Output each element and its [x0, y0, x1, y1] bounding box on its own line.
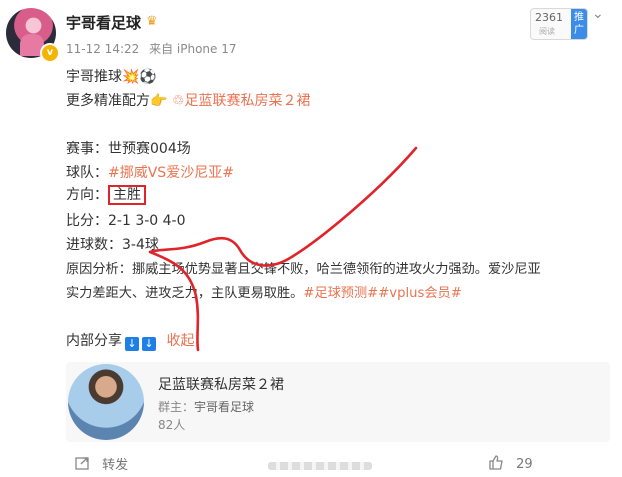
boom-football-emoji-icon: 💥⚽ [122, 69, 157, 85]
verified-badge-icon: v [40, 43, 60, 63]
post-source: 来自 iPhone 17 [149, 42, 237, 56]
author-name[interactable]: 宇哥看足球 [66, 12, 141, 33]
goals-label: 进球数： [66, 237, 122, 253]
thumbs-up-icon [488, 454, 504, 474]
post-title-text: 宇哥推球 [66, 69, 122, 85]
direction-row: 方向： 主胜 [66, 184, 146, 205]
group-card-owner: 群主：宇哥看足球 [158, 398, 254, 415]
match-value: 世预赛004场 [108, 141, 191, 157]
like-button[interactable]: 29 [488, 454, 533, 474]
share-label: 内部分享 [66, 333, 122, 349]
promo-text: 更多精准配方 [66, 93, 150, 109]
group-avatar [68, 364, 144, 440]
group-card-title: 足蓝联赛私房菜２裙 [158, 377, 284, 393]
analysis-hashtags-link[interactable]: #足球预测##vplus会员# [303, 286, 461, 301]
down-arrow-icon: ↓ [142, 337, 156, 351]
analysis-text-1: 挪威主场优势显著且交锋不败，哈兰德领衔的进攻火力强劲。爱沙尼亚 [131, 262, 541, 277]
group-owner-label: 群主： [158, 400, 195, 414]
group-owner-name: 宇哥看足球 [194, 400, 255, 414]
repost-label: 转发 [102, 458, 129, 473]
post-timestamp: 11-12 14:22 [66, 42, 140, 56]
group-link[interactable]: ♲足蓝联赛私房菜２裙 [172, 93, 311, 109]
match-row: 赛事：世预赛004场 [66, 138, 191, 158]
analysis-text-2: 实力差距大、进攻乏力，主队更易取胜。 [66, 286, 304, 301]
group-link-label: 足蓝联赛私房菜２裙 [184, 93, 311, 109]
share-icon [74, 455, 90, 475]
pointing-hand-emoji-icon: 👉 [150, 93, 168, 109]
read-count-badge[interactable]: 2361 阅读 推广 [530, 8, 588, 40]
analysis-row-1: 原因分析：挪威主场优势显著且交锋不败，哈兰德领衔的进攻火力强劲。爱沙尼亚 [66, 258, 541, 277]
crown-icon: ♛ [146, 14, 158, 29]
read-count: 2361 [535, 11, 563, 24]
match-label: 赛事： [66, 141, 108, 157]
share-row: 内部分享 ↓ ↓ 收起 [66, 330, 194, 351]
group-link-icon: ♲ [171, 93, 185, 109]
score-label: 比分： [66, 213, 108, 229]
direction-value-highlight: 主胜 [108, 185, 146, 205]
group-card[interactable]: 足蓝联赛私房菜２裙 群主：宇哥看足球 82人 [66, 362, 610, 442]
teams-hashtag-link[interactable]: #挪威VS爱沙尼亚# [108, 165, 234, 181]
read-count-label: 阅读 [539, 27, 555, 36]
analysis-label: 原因分析： [66, 262, 132, 277]
post-line-title: 宇哥推球💥⚽ [66, 66, 157, 86]
repost-button[interactable]: 转发 [74, 454, 128, 475]
score-row: 比分：2-1 3-0 4-0 [66, 210, 186, 230]
chevron-down-icon[interactable]: ⌄ [592, 6, 604, 22]
promote-tag[interactable]: 推广 [571, 9, 587, 39]
score-value: 2-1 3-0 4-0 [108, 213, 186, 229]
direction-label: 方向： [66, 187, 108, 203]
group-card-members: 82人 [158, 418, 186, 432]
like-count: 29 [516, 457, 533, 472]
goals-row: 进球数：3-4球 [66, 234, 159, 254]
analysis-row-2: 实力差距大、进攻乏力，主队更易取胜。#足球预测##vplus会员# [66, 282, 462, 301]
post-meta: 11-12 14:22 来自 iPhone 17 [66, 40, 243, 57]
collapse-link[interactable]: 收起 [166, 333, 194, 349]
comment-placeholder[interactable] [268, 462, 372, 470]
teams-label: 球队： [66, 165, 108, 181]
down-arrow-icon: ↓ [125, 337, 139, 351]
teams-row: 球队：#挪威VS爱沙尼亚# [66, 162, 234, 182]
goals-value: 3-4球 [122, 237, 159, 253]
post-line-promo: 更多精准配方👉 ♲足蓝联赛私房菜２裙 [66, 90, 310, 110]
